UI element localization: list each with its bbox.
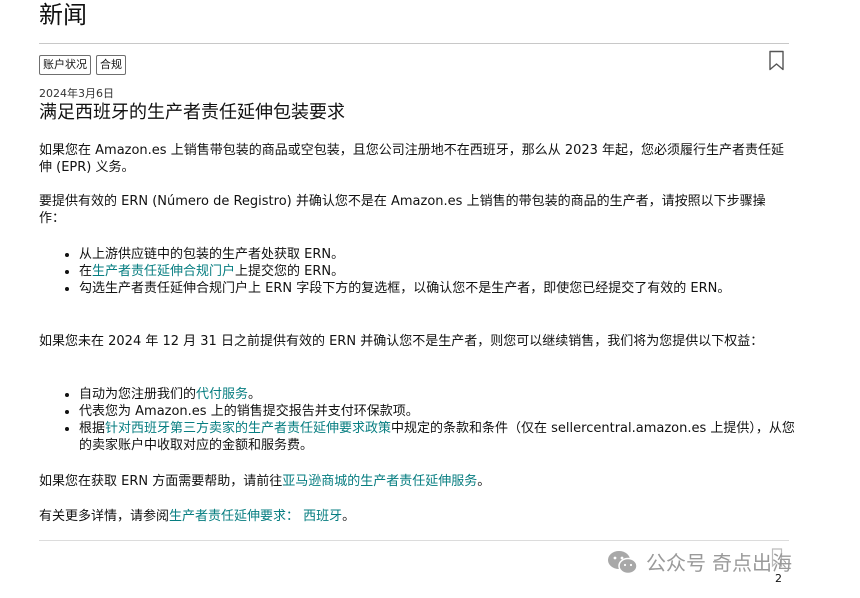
benefit-2-text: 代表您为 Amazon.es 上的销售提交报告并支付环保款项。 — [79, 404, 419, 419]
list-item: 勾选生产者责任延伸合规门户上 ERN 字段下方的复选框，以确认您不是生产者，即使… — [79, 280, 801, 297]
footer-divider — [39, 540, 789, 541]
tag-compliance[interactable]: 合规 — [96, 55, 126, 75]
epr-requirements-spain-link[interactable]: 生产者责任延伸要求： 西班牙 — [169, 509, 342, 524]
help-prefix: 如果您在获取 ERN 方面需要帮助，请前往 — [39, 474, 283, 489]
step-1-text: 从上游供应链中的包装的生产者处获取 ERN。 — [79, 247, 345, 262]
bookmark-icon[interactable] — [768, 50, 785, 71]
intro-paragraph: 如果您在 Amazon.es 上销售带包装的商品或空包装，且您公司注册地不在西班… — [39, 143, 785, 175]
steps-intro-paragraph: 要提供有效的 ERN (Número de Registro) 并确认您不是在 … — [39, 194, 766, 226]
list-item: 根据针对西班牙第三方卖家的生产者责任延伸要求政策中规定的条款和条件（仅在 sel… — [79, 420, 801, 454]
details-suffix: 。 — [342, 509, 356, 524]
article-date: 2024年3月6日 — [39, 87, 114, 100]
wechat-icon — [608, 551, 638, 575]
page-number: 2 — [775, 572, 782, 585]
details-prefix: 有关更多详情，请参阅 — [39, 509, 170, 524]
benefit-1-prefix: 自动为您注册我们的 — [79, 387, 197, 402]
benefits-list: 自动为您注册我们的代付服务。 代表您为 Amazon.es 上的销售提交报告并支… — [62, 386, 801, 454]
step-2-prefix: 在 — [79, 264, 93, 279]
watermark-text-account: 公众号 — [646, 551, 706, 575]
benefits-intro-paragraph: 如果您未在 2024 年 12 月 31 日之前提供有效的 ERN 并确认您不是… — [39, 334, 764, 349]
page-title: 新闻 — [39, 1, 87, 29]
payment-service-link[interactable]: 代付服务 — [196, 387, 248, 402]
step-2-suffix: 上提交您的 ERN。 — [235, 264, 345, 279]
tag-list: 账户状况 合规 — [39, 55, 126, 75]
steps-list: 从上游供应链中的包装的生产者处获取 ERN。 在生产者责任延伸合规门户上提交您的… — [62, 246, 801, 297]
epr-policy-link[interactable]: 针对西班牙第三方卖家的生产者责任延伸要求政策 — [105, 421, 391, 436]
list-item: 从上游供应链中的包装的生产者处获取 ERN。 — [79, 246, 801, 263]
article-headline: 满足西班牙的生产者责任延伸包装要求 — [39, 102, 345, 123]
watermark: 公众号 奇点出海 — [606, 548, 792, 578]
epr-service-link[interactable]: 亚马逊商城的生产者责任延伸服务 — [282, 474, 477, 489]
step-3-text: 勾选生产者责任延伸合规门户上 ERN 字段下方的复选框，以确认您不是生产者，即使… — [79, 281, 731, 296]
benefit-1-suffix: 。 — [248, 387, 262, 402]
epr-compliance-portal-link[interactable]: 生产者责任延伸合规门户 — [92, 264, 235, 279]
details-paragraph: 有关更多详情，请参阅生产者责任延伸要求： 西班牙。 — [39, 508, 789, 525]
list-item: 代表您为 Amazon.es 上的销售提交报告并支付环保款项。 — [79, 403, 801, 420]
help-suffix: 。 — [477, 474, 491, 489]
list-item: 自动为您注册我们的代付服务。 — [79, 386, 801, 403]
tag-account-status[interactable]: 账户状况 — [39, 55, 91, 75]
help-paragraph: 如果您在获取 ERN 方面需要帮助，请前往亚马逊商城的生产者责任延伸服务。 — [39, 473, 789, 490]
list-item: 在生产者责任延伸合规门户上提交您的 ERN。 — [79, 263, 801, 280]
benefit-3-prefix: 根据 — [79, 421, 106, 436]
header-divider — [39, 43, 789, 44]
